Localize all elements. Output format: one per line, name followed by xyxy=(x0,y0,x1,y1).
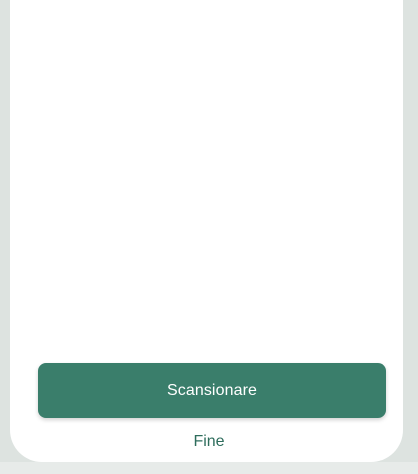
done-button[interactable]: Fine xyxy=(0,433,418,451)
scan-button[interactable]: Scansionare xyxy=(38,363,386,418)
bottom-edge xyxy=(0,462,418,474)
screen-background: Scansionare Fine xyxy=(0,0,418,474)
